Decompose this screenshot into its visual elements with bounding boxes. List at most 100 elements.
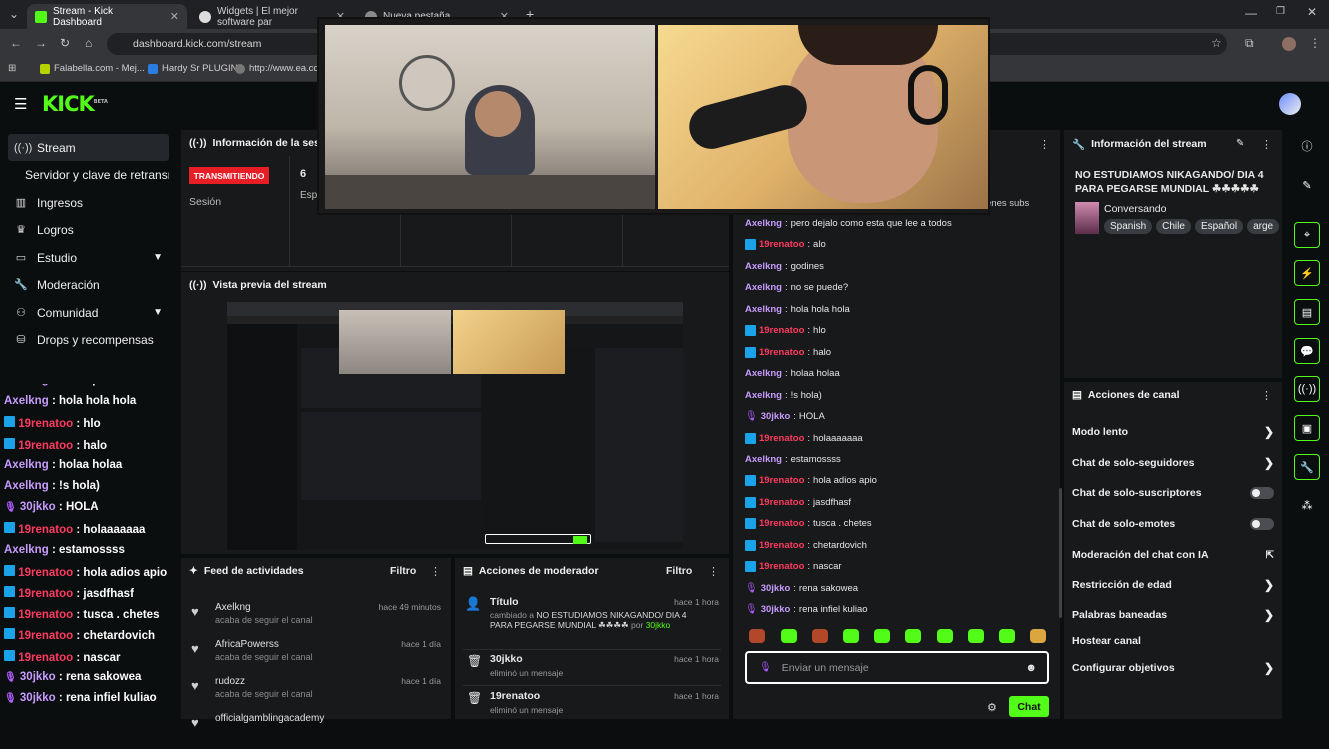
info-icon[interactable]: ⓘ xyxy=(1294,133,1320,159)
chat-username[interactable]: 19renatoo xyxy=(18,567,73,579)
chat-username[interactable]: 19renatoo xyxy=(759,518,804,529)
activity-user[interactable]: rudozz xyxy=(215,676,245,687)
back-icon[interactable]: ← xyxy=(10,36,22,50)
channel-actions-menu-icon[interactable]: ⋮ xyxy=(1261,389,1272,402)
chat-bubble-icon[interactable]: 💬 xyxy=(1294,338,1320,364)
chat-username[interactable]: 19renatoo xyxy=(18,609,73,621)
emote-icon[interactable] xyxy=(781,629,797,643)
chat-username[interactable]: Axelkng xyxy=(745,454,782,465)
stream-preview-video[interactable] xyxy=(227,302,683,550)
sidebar-item-ingresos[interactable]: ▥ Ingresos xyxy=(8,189,169,216)
emote-icon[interactable] xyxy=(999,629,1015,643)
minimize-icon[interactable]: — xyxy=(1245,6,1257,20)
sidebar-item-stream[interactable]: ((·)) Stream xyxy=(8,134,169,161)
chat-username[interactable]: 19renatoo xyxy=(18,440,73,452)
bookmark-hardy[interactable]: Hardy Sr PLUGIN xyxy=(148,63,238,74)
chat-username[interactable]: Axelkng xyxy=(745,390,782,401)
wrench-icon[interactable]: 🔧 xyxy=(1294,454,1320,480)
channel-action-item[interactable]: Chat de solo-seguidores ❯ xyxy=(1072,450,1274,476)
extensions-icon[interactable]: ⧉ xyxy=(1245,36,1254,51)
chat-username[interactable]: 19renatoo xyxy=(759,347,804,358)
channel-action-item[interactable]: Restricción de edad ❯ xyxy=(1072,572,1274,598)
chat-username[interactable]: 19renatoo xyxy=(18,588,73,600)
chat-username[interactable]: Axelkng xyxy=(745,261,782,272)
emote-icon[interactable] xyxy=(874,629,890,643)
channel-action-item[interactable]: Palabras baneadas ❯ xyxy=(1072,602,1274,628)
broadcast-icon[interactable]: ((·)) xyxy=(1294,376,1320,402)
emote-icon[interactable] xyxy=(843,629,859,643)
chat-username[interactable]: Axelkng xyxy=(745,218,782,229)
tag[interactable]: Chile xyxy=(1156,219,1191,234)
tag[interactable]: arge xyxy=(1247,219,1280,234)
chat-scrollbar[interactable] xyxy=(1059,488,1062,618)
activity-user[interactable]: AfricaPowerss xyxy=(215,639,279,650)
chat-username[interactable]: Axelkng xyxy=(4,384,49,386)
chat-username[interactable]: 19renatoo xyxy=(759,475,804,486)
channel-action-item[interactable]: Hostear canal xyxy=(1072,628,1274,654)
sidebar-item-logros[interactable]: ♛ Logros xyxy=(8,216,169,243)
channel-action-item[interactable]: Modo lento ❯ xyxy=(1072,419,1274,445)
chat-username[interactable]: Axelkng xyxy=(4,395,49,407)
chat-username[interactable]: 19renatoo xyxy=(759,239,804,250)
edit-icon[interactable]: ✎ xyxy=(1294,172,1320,198)
mod-menu-icon[interactable]: ⋮ xyxy=(708,565,719,578)
forward-icon[interactable]: → xyxy=(35,36,47,50)
bookmark-falabella[interactable]: Falabella.com - Mej... xyxy=(40,63,145,74)
nodes-icon[interactable]: ⁂ xyxy=(1294,492,1320,518)
chat-username[interactable]: Axelkng xyxy=(4,544,49,556)
chat-username[interactable]: 30jkko xyxy=(20,692,56,704)
sidebar-item-server-key[interactable]: Servidor y clave de retransmisión xyxy=(8,161,169,188)
mod-filter-button[interactable]: Filtro xyxy=(666,565,692,577)
emote-icon[interactable] xyxy=(905,629,921,643)
chat-username[interactable]: 30jkko xyxy=(761,583,791,594)
layout-icon[interactable]: ▣ xyxy=(1294,415,1320,441)
sidebar-item-estudio[interactable]: ▭ Estudio ▼ xyxy=(8,244,169,271)
chat-username[interactable]: Axelkng xyxy=(4,480,49,492)
emote-icon[interactable] xyxy=(937,629,953,643)
activity-filter-button[interactable]: Filtro xyxy=(390,565,416,577)
toggle-switch[interactable] xyxy=(1250,487,1274,499)
chat-input[interactable]: 🎙 Enviar un mensaje ☻ xyxy=(745,651,1049,684)
chat-username[interactable]: 30jkko xyxy=(20,671,56,683)
sidebar-item-drops[interactable]: ⛁ Drops y recompensas xyxy=(8,326,169,353)
user-avatar[interactable] xyxy=(1279,93,1301,115)
emote-icon[interactable] xyxy=(968,629,984,643)
toggle-switch[interactable] xyxy=(1250,518,1274,530)
chat-username[interactable]: 19renatoo xyxy=(759,561,804,572)
chat-send-button[interactable]: Chat xyxy=(1009,696,1049,717)
chat-username[interactable]: Axelkng xyxy=(745,304,782,315)
emote-icon[interactable] xyxy=(812,629,828,643)
close-window-icon[interactable]: ✕ xyxy=(1307,5,1317,19)
chat-username[interactable]: 30jkko xyxy=(20,501,56,513)
channel-action-item[interactable]: Moderación del chat con IA ⇱ xyxy=(1072,542,1274,568)
document-icon[interactable]: ▤ xyxy=(1294,299,1320,325)
activity-user[interactable]: officialgamblingacademy xyxy=(215,713,324,724)
bookmark-ea[interactable]: http://www.ea.co xyxy=(235,63,319,74)
emote-icon[interactable] xyxy=(749,629,765,643)
hamburger-menu-icon[interactable]: ☰ xyxy=(14,95,27,113)
browser-tab-kick[interactable]: Stream - Kick Dashboard ✕ xyxy=(27,4,187,29)
chat-username[interactable]: Axelkng xyxy=(745,282,782,293)
activity-user[interactable]: Axelkng xyxy=(215,602,251,613)
channel-action-item[interactable]: Chat de solo-emotes xyxy=(1072,511,1274,537)
emote-icon[interactable] xyxy=(1030,629,1046,643)
chat-username[interactable]: Axelkng xyxy=(745,368,782,379)
restore-icon[interactable]: ❐ xyxy=(1276,6,1285,17)
reload-icon[interactable]: ↻ xyxy=(60,36,70,50)
chat-username[interactable]: 19renatoo xyxy=(759,540,804,551)
chat-username[interactable]: 19renatoo xyxy=(18,652,73,664)
category-name[interactable]: Conversando xyxy=(1104,203,1166,215)
tag[interactable]: Spanish xyxy=(1104,219,1153,234)
stream-info-menu-icon[interactable]: ⋮ xyxy=(1261,138,1272,151)
chat-username[interactable]: 30jkko xyxy=(761,411,791,422)
chrome-menu-icon[interactable]: ⋮ xyxy=(1309,36,1321,50)
category-thumbnail[interactable] xyxy=(1075,202,1099,234)
chat-username[interactable]: 30jkko xyxy=(761,604,791,615)
kick-logo[interactable]: KICKBETA xyxy=(42,92,108,116)
bookmark-star-icon[interactable]: ☆ xyxy=(1211,36,1222,50)
sidebar-item-comunidad[interactable]: ⚇ Comunidad ▼ xyxy=(8,299,169,326)
chat-username[interactable]: 19renatoo xyxy=(18,418,73,430)
chat-username[interactable]: 19renatoo xyxy=(759,497,804,508)
close-tab-icon[interactable]: ✕ xyxy=(170,10,179,23)
home-icon[interactable]: ⌂ xyxy=(85,36,92,50)
